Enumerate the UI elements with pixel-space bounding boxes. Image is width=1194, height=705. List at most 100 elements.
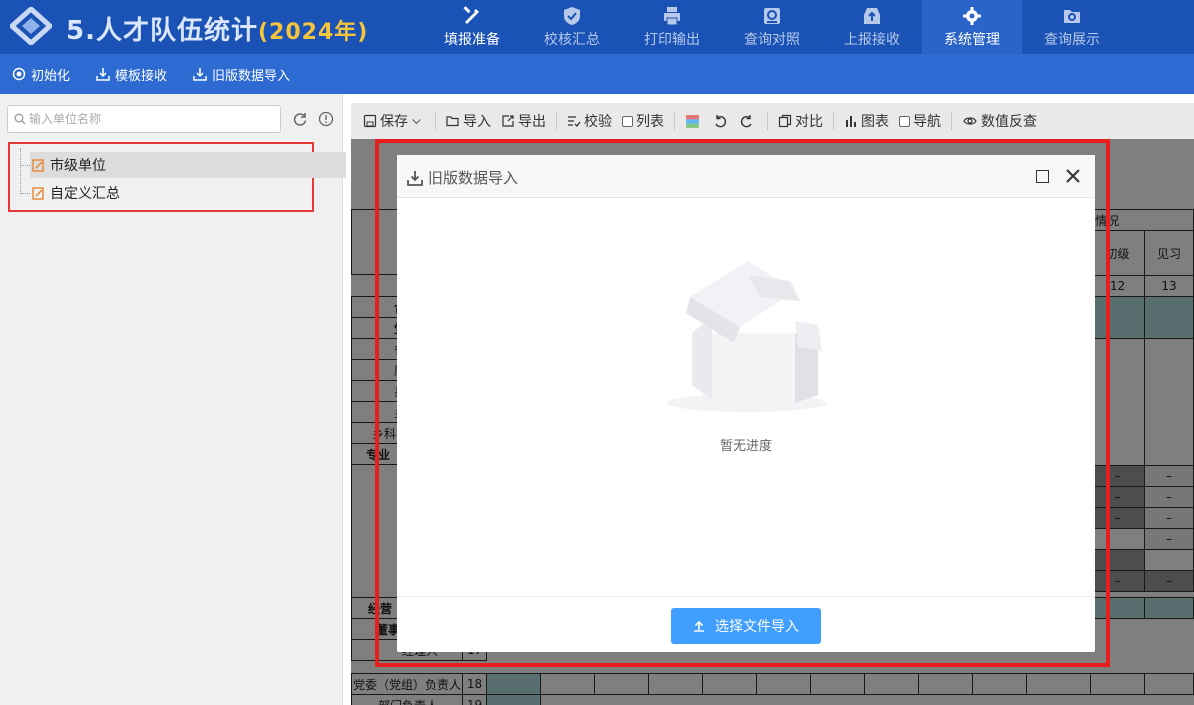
export-button[interactable]: 导出	[501, 111, 546, 131]
value-lookup-label: 数值反查	[981, 114, 1037, 130]
sub-toolbar: 初始化 模板接收 旧版数据导入	[0, 54, 1194, 94]
color-button[interactable]	[685, 114, 703, 129]
shield-check-icon	[564, 7, 580, 25]
list-checkbox[interactable]	[622, 115, 633, 127]
chevron-down-icon	[412, 119, 421, 125]
compare-label: 对比	[795, 114, 823, 130]
tree-connector	[20, 193, 30, 194]
app-title-main: 5.人才队伍统计	[66, 16, 258, 46]
undo-button[interactable]	[713, 114, 730, 128]
chart-label: 图表	[861, 114, 889, 130]
toolbar-divider	[767, 112, 768, 130]
nav-print-output[interactable]: 打印输出	[622, 0, 722, 54]
search-icon	[14, 113, 26, 125]
save-button[interactable]: 保存	[363, 111, 425, 131]
toolbar-divider	[435, 112, 436, 130]
nav-query-display[interactable]: 查询展示	[1022, 0, 1122, 54]
pencil-ruler-icon	[463, 6, 479, 24]
navigate-toggle[interactable]: 导航	[899, 111, 941, 131]
compare-doc-icon	[778, 114, 792, 128]
compare-icon	[764, 8, 780, 24]
undo-icon	[715, 115, 727, 128]
save-label: 保存	[380, 114, 408, 130]
toolbar-divider	[674, 112, 675, 130]
verify-label: 校验	[584, 114, 612, 130]
nav-label: 上报接收	[844, 32, 900, 48]
toolbar-divider	[951, 112, 952, 130]
dialog-footer: 选择文件导入	[397, 596, 1095, 652]
bar-chart-icon	[846, 116, 856, 127]
toolbar-divider	[556, 112, 557, 130]
list-label: 列表	[636, 114, 664, 130]
verify-button[interactable]: 校验	[567, 111, 612, 131]
value-lookup-button[interactable]: 数值反查	[962, 111, 1037, 131]
tree-connector	[20, 165, 30, 166]
checklist-icon	[568, 116, 581, 127]
tree-item-city-units[interactable]: 市级单位	[30, 152, 346, 178]
template-receive-label: 模板接收	[115, 68, 168, 84]
nav-check-summary[interactable]: 校核汇总	[522, 0, 622, 54]
app-logo-icon	[10, 7, 52, 45]
app-title: 5.人才队伍统计(2024年)	[66, 10, 368, 47]
nav-fill-prep[interactable]: 填报准备	[422, 0, 522, 54]
compare-button[interactable]: 对比	[778, 111, 823, 131]
init-button[interactable]: 初始化	[12, 65, 70, 84]
refresh-icon[interactable]	[292, 111, 308, 127]
printer-icon	[664, 7, 680, 26]
nav-system-manage[interactable]: 系统管理	[922, 0, 1022, 54]
edit-doc-icon	[32, 186, 44, 200]
import-label: 导入	[463, 114, 491, 130]
sheet-toolbar: 保存 导入 导出 校验 列表 对比 图表 导航 数值反查	[351, 103, 1194, 139]
nav-label: 系统管理	[944, 32, 1000, 48]
unit-search-input[interactable]	[29, 112, 269, 126]
toolbar-divider	[833, 112, 834, 130]
edit-doc-icon	[32, 158, 44, 172]
upload-icon	[694, 620, 704, 632]
upload-label: 选择文件导入	[715, 619, 799, 635]
chart-button[interactable]: 图表	[844, 111, 889, 131]
close-icon[interactable]	[1064, 167, 1082, 185]
nav-label: 打印输出	[644, 32, 700, 48]
download-tray-icon	[193, 68, 207, 81]
tree-item-label: 市级单位	[50, 158, 106, 174]
navigate-checkbox[interactable]	[899, 115, 910, 127]
target-icon	[12, 67, 26, 81]
tree-connector	[20, 148, 21, 192]
download-tray-icon	[407, 170, 423, 186]
export-icon	[502, 115, 514, 127]
info-icon[interactable]	[318, 111, 334, 127]
dialog-title-text: 旧版数据导入	[428, 169, 519, 187]
redo-icon	[740, 115, 752, 128]
maximize-icon[interactable]	[1036, 170, 1049, 183]
select-file-import-button[interactable]: 选择文件导入	[671, 608, 821, 644]
tree-item-label: 自定义汇总	[50, 186, 120, 202]
app-title-year: (2024年)	[257, 20, 369, 45]
search-display-icon	[1064, 10, 1080, 23]
save-icon	[363, 114, 377, 128]
legacy-import-label: 旧版数据导入	[212, 68, 291, 84]
eye-icon	[963, 117, 977, 125]
left-panel: 市级单位 自定义汇总	[0, 94, 346, 705]
top-header: 5.人才队伍统计(2024年) 填报准备 校核汇总 打印输出 查询对照 上报接收…	[0, 0, 1194, 54]
download-tray-icon	[96, 68, 110, 81]
export-label: 导出	[518, 114, 546, 130]
tree-item-custom-summary[interactable]: 自定义汇总	[30, 180, 120, 206]
nav-report-receive[interactable]: 上报接收	[822, 0, 922, 54]
main-nav: 填报准备 校核汇总 打印输出 查询对照 上报接收 系统管理 查询展示	[422, 0, 1122, 54]
legacy-import-button[interactable]: 旧版数据导入	[193, 65, 290, 84]
gear-icon	[963, 7, 981, 25]
list-toggle[interactable]: 列表	[622, 111, 664, 131]
unit-search-box	[7, 105, 281, 133]
color-palette-icon	[686, 114, 699, 128]
nav-label: 查询对照	[744, 32, 800, 48]
init-label: 初始化	[31, 68, 71, 84]
template-receive-button[interactable]: 模板接收	[96, 65, 167, 84]
nav-query-compare[interactable]: 查询对照	[722, 0, 822, 54]
redo-button[interactable]	[740, 114, 757, 128]
nav-label: 校核汇总	[544, 32, 600, 48]
empty-box-icon	[667, 261, 827, 412]
folder-open-icon	[446, 116, 459, 127]
dialog-title: 旧版数据导入	[407, 167, 518, 188]
import-button[interactable]: 导入	[446, 111, 491, 131]
navigate-label: 导航	[913, 114, 941, 130]
